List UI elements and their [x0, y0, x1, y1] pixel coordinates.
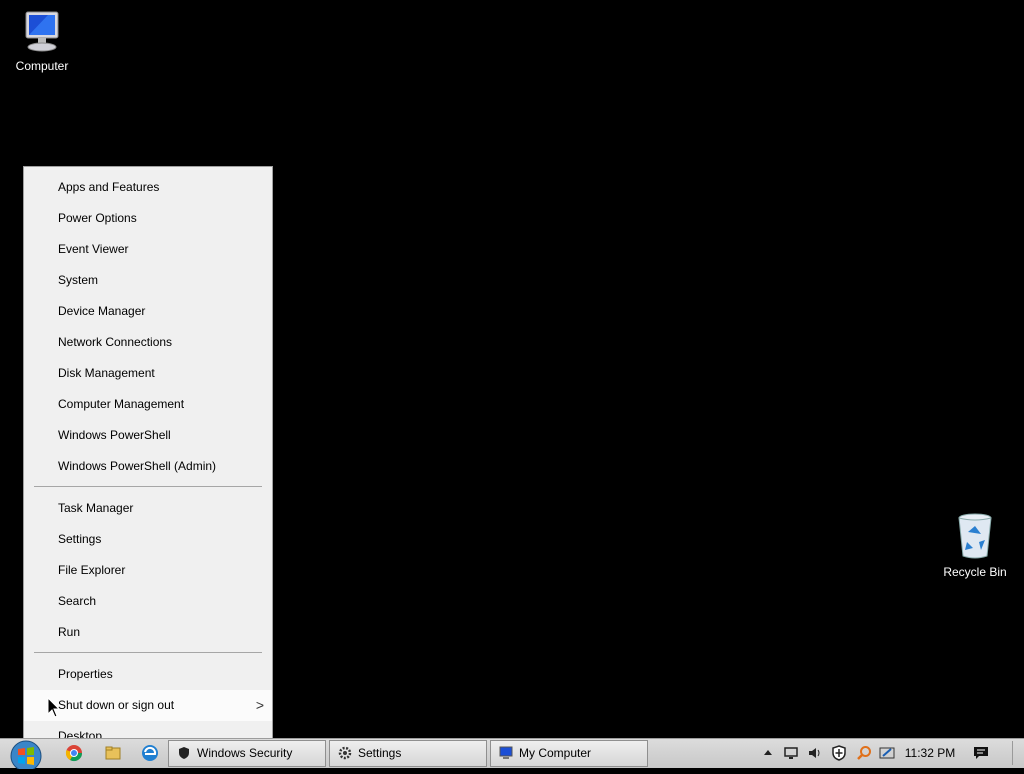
computer-icon	[25, 11, 59, 52]
desktop-icon-computer[interactable]: Computer	[0, 10, 84, 73]
menu-item-file-explorer[interactable]: File Explorer	[24, 555, 272, 586]
chevron-right-icon: >	[255, 697, 264, 713]
security-shield-icon[interactable]	[831, 745, 847, 761]
edge-icon[interactable]	[141, 744, 159, 762]
taskbar-button-label: Settings	[358, 746, 402, 760]
taskbar-button-my-computer[interactable]: My Computer	[490, 740, 648, 767]
chevron-up-icon[interactable]	[760, 745, 776, 761]
menu-item-network-connections[interactable]: Network Connections	[24, 327, 272, 358]
start-button[interactable]	[8, 739, 44, 772]
menu-item-power-options[interactable]: Power Options	[24, 203, 272, 234]
windows-start-orb-icon	[10, 740, 42, 772]
pen-icon[interactable]	[879, 745, 895, 761]
action-center-icon[interactable]	[973, 745, 989, 761]
menu-item-device-manager[interactable]: Device Manager	[24, 296, 272, 327]
taskbar-button-windows-security[interactable]: Windows Security	[168, 740, 326, 767]
menu-item-settings[interactable]: Settings	[24, 524, 272, 555]
menu-group-system: Task Manager Settings File Explorer Sear…	[24, 493, 272, 648]
taskbar-clock[interactable]: 11:32 PM	[900, 739, 960, 767]
menu-item-apps-and-features[interactable]: Apps and Features	[24, 172, 272, 203]
file-explorer-icon[interactable]	[104, 744, 122, 762]
network-icon[interactable]	[783, 745, 799, 761]
menu-item-label: Shut down or sign out	[58, 698, 175, 712]
menu-item-shut-down-or-sign-out[interactable]: Shut down or sign out >	[24, 690, 272, 721]
volume-icon[interactable]	[807, 745, 823, 761]
computer-icon	[499, 746, 513, 759]
menu-separator	[34, 486, 262, 487]
mouse-cursor-icon	[47, 697, 61, 718]
menu-item-windows-powershell[interactable]: Windows PowerShell	[24, 420, 272, 451]
search-icon[interactable]	[856, 745, 872, 761]
menu-group-tools: Apps and Features Power Options Event Vi…	[24, 167, 272, 482]
show-desktop-button[interactable]	[1012, 741, 1013, 765]
menu-item-event-viewer[interactable]: Event Viewer	[24, 234, 272, 265]
menu-item-windows-powershell-admin[interactable]: Windows PowerShell (Admin)	[24, 451, 272, 482]
menu-separator	[34, 652, 262, 653]
menu-item-run[interactable]: Run	[24, 617, 272, 648]
menu-item-task-manager[interactable]: Task Manager	[24, 493, 272, 524]
recycle-bin-icon	[958, 513, 992, 559]
menu-item-computer-management[interactable]: Computer Management	[24, 389, 272, 420]
quick-link-menu: Apps and Features Power Options Event Vi…	[23, 166, 273, 746]
desktop-icon-recycle-bin[interactable]: Recycle Bin	[933, 512, 1017, 579]
chrome-icon[interactable]	[65, 744, 83, 762]
taskbar-button-settings[interactable]: Settings	[329, 740, 487, 767]
taskbar-button-label: My Computer	[519, 746, 592, 760]
gear-icon	[338, 746, 352, 760]
menu-item-disk-management[interactable]: Disk Management	[24, 358, 272, 389]
shield-icon	[179, 747, 189, 759]
desktop-icon-label: Computer	[15, 59, 69, 73]
desktop-icon-label: Recycle Bin	[943, 565, 1007, 579]
taskbar-button-label: Windows Security	[197, 746, 293, 760]
menu-item-properties[interactable]: Properties	[24, 659, 272, 690]
taskbar: Windows Security Settings My Computer 11…	[0, 738, 1024, 772]
menu-item-search[interactable]: Search	[24, 586, 272, 617]
menu-item-system[interactable]: System	[24, 265, 272, 296]
